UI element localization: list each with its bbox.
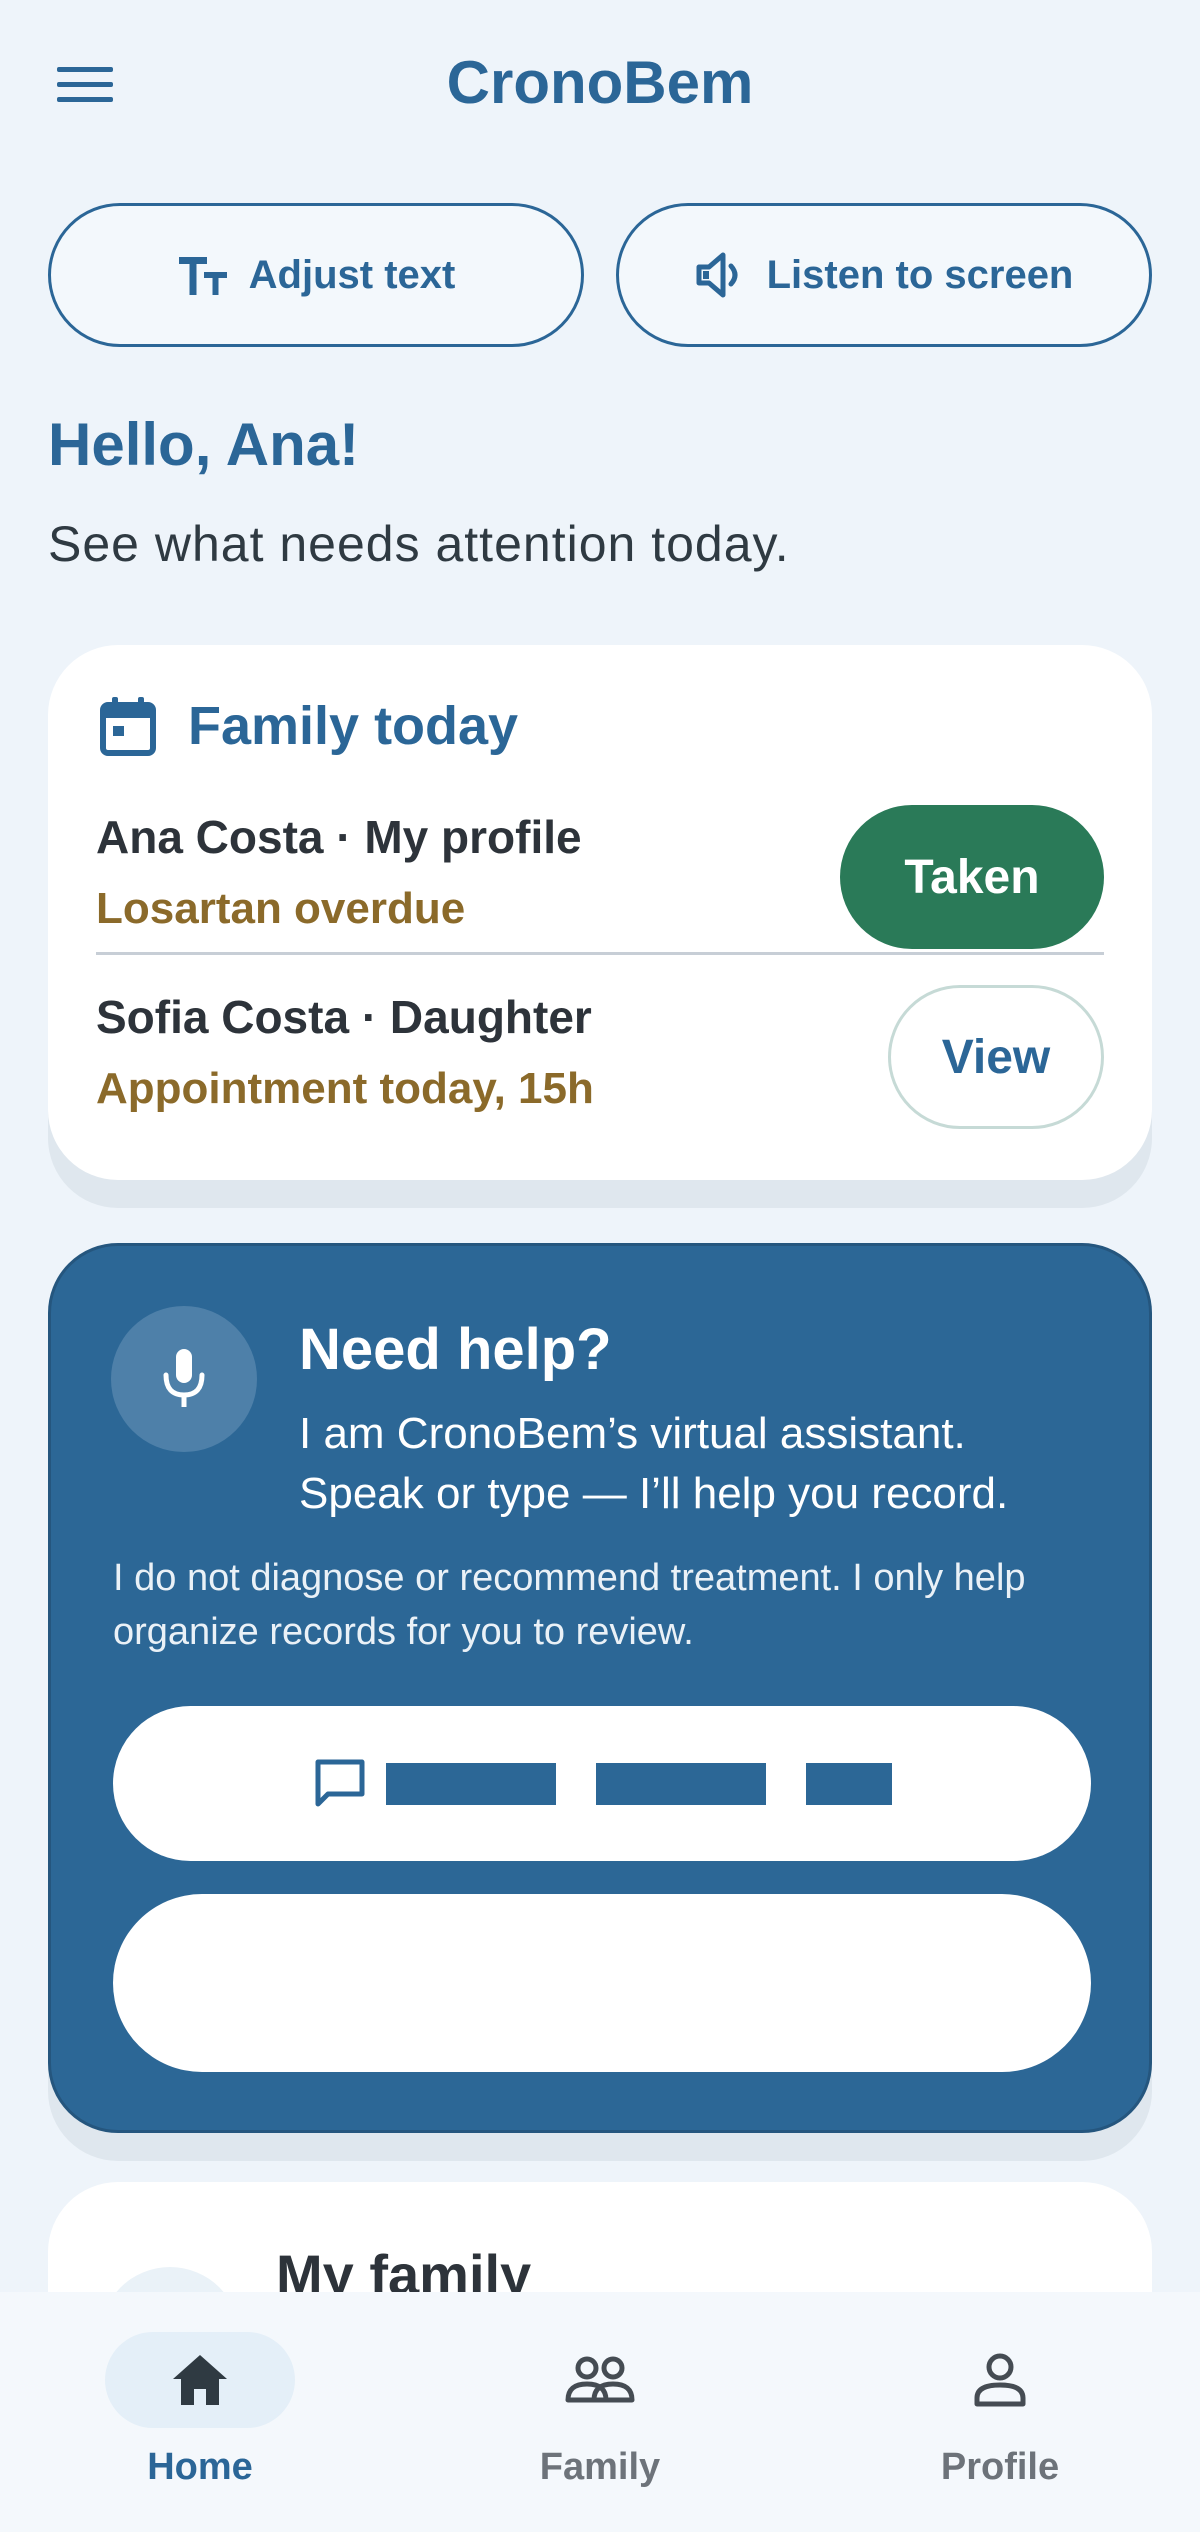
family-today-title: Family today <box>188 696 519 756</box>
assistant-title: Need help? <box>299 1317 612 1382</box>
volume-icon <box>696 252 738 298</box>
family-row: Sofia Costa · Daughter Appointment today… <box>96 985 1104 1140</box>
microphone-icon <box>163 1349 205 1407</box>
assistant-intro: I am CronoBem’s virtual assistant. Speak… <box>299 1409 1009 1518</box>
app-bar: CronoBem <box>0 0 1200 170</box>
accessibility-toolbar: Adjust text Listen to screen <box>48 203 1152 347</box>
nav-home-indicator <box>105 2332 295 2428</box>
taken-button[interactable]: Taken <box>840 805 1104 949</box>
person-icon <box>974 2353 1026 2407</box>
home-icon <box>173 2355 227 2405</box>
family-row: Ana Costa · My profile Losartan overdue … <box>96 805 1104 955</box>
redacted-text-bar <box>596 1762 766 1805</box>
nav-item-profile[interactable]: Profile <box>800 2292 1200 2532</box>
nav-label: Home <box>147 2446 253 2488</box>
microphone-button[interactable] <box>111 1306 257 1452</box>
nav-family-indicator <box>505 2332 695 2428</box>
view-button[interactable]: View <box>888 985 1104 1129</box>
greeting-subtitle: See what needs attention today. <box>48 516 790 572</box>
group-icon <box>565 2356 635 2403</box>
assistant-card: Need help? I am CronoBem’s virtual assis… <box>48 1243 1152 2133</box>
assistant-disclaimer: I do not diagnose or recommend treatment… <box>113 1557 1026 1653</box>
redacted-text-bar <box>386 1762 556 1805</box>
family-today-card: Family today Ana Costa · My profile Losa… <box>48 645 1152 1180</box>
nav-item-home[interactable]: Home <box>0 2292 400 2532</box>
nav-label: Profile <box>940 2446 1060 2488</box>
listen-to-screen-button[interactable]: Listen to screen <box>616 203 1152 347</box>
speak-button[interactable] <box>113 1894 1091 2072</box>
greeting-title: Hello, Ana! <box>48 411 360 478</box>
listen-to-screen-label: Listen to screen <box>766 252 1074 297</box>
chat-icon <box>315 1759 365 1806</box>
adjust-text-button[interactable]: Adjust text <box>48 203 584 347</box>
type-message-button[interactable] <box>113 1706 1091 1861</box>
app-title: CronoBem <box>446 49 754 116</box>
text-size-icon <box>178 257 227 295</box>
family-today-header: Family today <box>100 695 518 757</box>
nav-label: Family <box>539 2446 661 2488</box>
redacted-text-bar <box>806 1762 892 1805</box>
calendar-icon <box>100 697 156 756</box>
adjust-text-label: Adjust text <box>248 252 456 297</box>
nav-profile-indicator <box>905 2332 1095 2428</box>
bottom-navigation: Home Family Profile <box>0 2292 1200 2532</box>
nav-item-family[interactable]: Family <box>400 2292 800 2532</box>
